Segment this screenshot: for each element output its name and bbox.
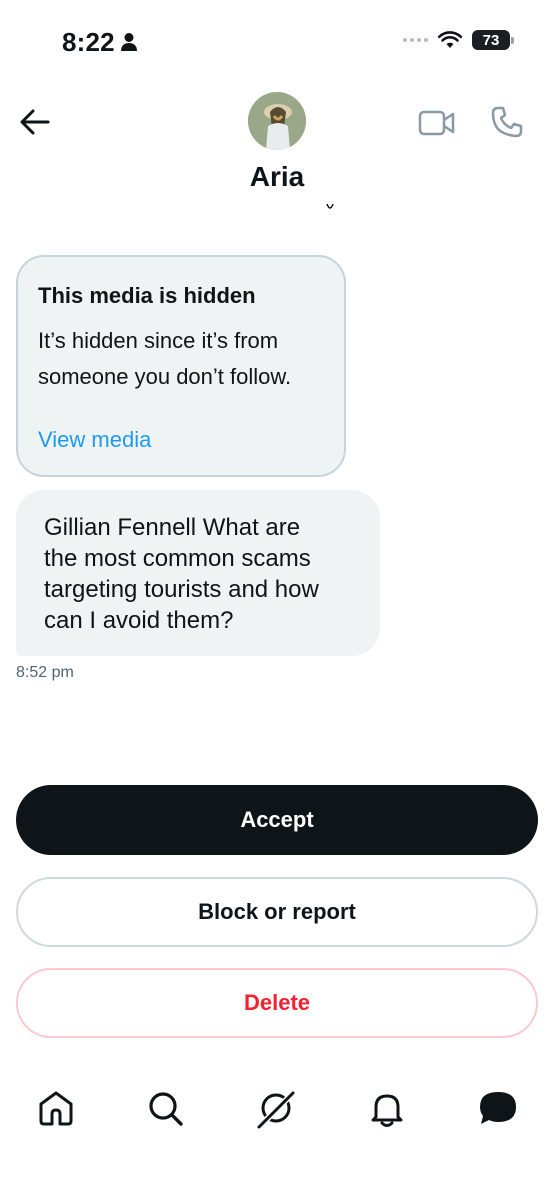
contact-avatar[interactable] [248, 92, 306, 150]
bell-icon [371, 1094, 403, 1127]
hidden-media-description-line2: someone you don’t follow. [38, 364, 292, 389]
contact-name[interactable]: Aria [0, 161, 554, 193]
conversation-header: Aria [0, 85, 554, 205]
hidden-media-description: It’s hidden since it’s from someone you … [38, 323, 324, 395]
message-line: can I avoid them? [44, 607, 234, 634]
hidden-media-card: This media is hidden It’s hidden since i… [16, 255, 346, 477]
tab-grok[interactable] [254, 1086, 298, 1130]
message-bubble[interactable]: Gillian Fennell What are the most common… [16, 490, 380, 656]
accept-button[interactable]: Accept [16, 785, 538, 855]
arrow-left-icon [20, 109, 50, 135]
battery-level: 73 [482, 31, 500, 49]
back-button[interactable] [18, 105, 52, 139]
status-bar: 8:22 73 [0, 0, 554, 80]
grok-icon [257, 1089, 297, 1129]
message-timestamp: 8:52 pm [16, 664, 74, 681]
message-line: targeting tourists and how [44, 576, 319, 603]
message-text: Gillian Fennell What are the most common… [44, 512, 354, 636]
tab-search[interactable] [143, 1086, 187, 1130]
status-time: 8:22 [62, 27, 115, 57]
hidden-media-description-line1: It’s hidden since it’s from [38, 328, 279, 353]
delete-button[interactable]: Delete [16, 968, 538, 1038]
home-icon [39, 1091, 73, 1126]
scrolled-text-fragment [326, 204, 334, 209]
messages-icon [480, 1092, 516, 1124]
voice-call-button[interactable] [490, 105, 524, 139]
message-line: the most common scams [44, 545, 311, 572]
view-media-link[interactable]: View media [38, 427, 151, 453]
tab-notifications[interactable] [365, 1086, 409, 1130]
phone-icon [491, 106, 523, 138]
tab-home[interactable] [34, 1086, 78, 1130]
search-icon [149, 1092, 183, 1126]
battery-indicator: 73 [472, 30, 514, 50]
video-camera-icon [418, 110, 455, 136]
person-icon [121, 33, 137, 51]
cellular-signal-icon [403, 38, 428, 42]
status-indicators: 73 [403, 30, 514, 50]
hidden-media-title: This media is hidden [38, 283, 256, 308]
bottom-tab-bar [0, 1076, 554, 1146]
tab-messages[interactable] [476, 1086, 520, 1130]
wifi-icon [438, 31, 462, 48]
video-call-button[interactable] [418, 107, 456, 139]
block-or-report-button[interactable]: Block or report [16, 877, 538, 947]
avatar-image [248, 92, 306, 150]
message-line: Gillian Fennell What are [44, 514, 301, 541]
